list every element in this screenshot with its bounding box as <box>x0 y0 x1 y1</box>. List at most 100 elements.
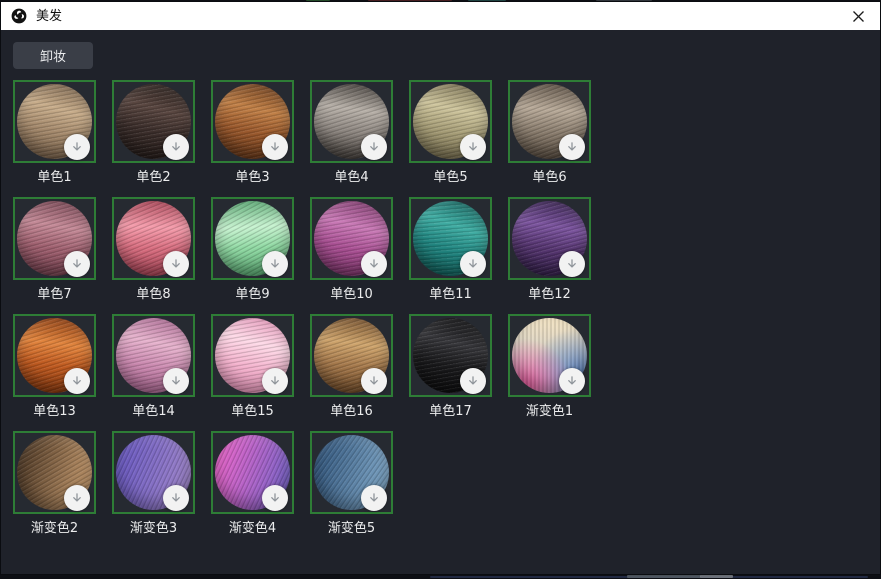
swatch-tile[interactable] <box>112 314 195 397</box>
swatch-label: 单色14 <box>112 403 195 420</box>
swatch-label: 单色17 <box>409 403 492 420</box>
swatch-label: 渐变色4 <box>211 520 294 537</box>
download-icon[interactable] <box>460 134 486 160</box>
swatch-tile[interactable] <box>13 431 96 514</box>
hair-swatch-9: 单色9 <box>211 197 294 303</box>
swatch-label: 单色4 <box>310 169 393 186</box>
download-arrow-icon <box>70 140 84 154</box>
swatch-tile[interactable] <box>310 314 393 397</box>
hair-swatch-7: 单色7 <box>13 197 96 303</box>
swatch-label: 渐变色3 <box>112 520 195 537</box>
close-icon <box>851 9 866 24</box>
swatch-label: 单色9 <box>211 286 294 303</box>
download-icon[interactable] <box>163 485 189 511</box>
hair-swatch-1: 单色1 <box>13 80 96 186</box>
swatch-label: 单色11 <box>409 286 492 303</box>
download-icon[interactable] <box>64 134 90 160</box>
background-app-bottom-edge <box>0 574 881 579</box>
download-arrow-icon <box>268 140 282 154</box>
swatch-tile[interactable] <box>13 314 96 397</box>
swatch-label: 单色16 <box>310 403 393 420</box>
download-icon[interactable] <box>262 134 288 160</box>
swatch-tile[interactable] <box>310 197 393 280</box>
hair-style-dialog: 美发 卸妆 单色1单色2单色3单色4单色5单色6单色7单色8单色9单色10单色1… <box>1 2 880 574</box>
swatch-tile[interactable] <box>211 431 294 514</box>
download-icon[interactable] <box>460 368 486 394</box>
download-arrow-icon <box>169 257 183 271</box>
hair-swatch-19: 渐变色2 <box>13 431 96 537</box>
dialog-titlebar: 美发 <box>1 2 880 30</box>
download-arrow-icon <box>169 491 183 505</box>
hair-swatch-21: 渐变色4 <box>211 431 294 537</box>
download-icon[interactable] <box>559 134 585 160</box>
swatch-tile[interactable] <box>508 80 591 163</box>
swatch-tile[interactable] <box>13 80 96 163</box>
hair-swatch-8: 单色8 <box>112 197 195 303</box>
download-icon[interactable] <box>361 251 387 277</box>
hair-swatch-10: 单色10 <box>310 197 393 303</box>
hair-swatch-18: 渐变色1 <box>508 314 591 420</box>
swatch-label: 单色7 <box>13 286 96 303</box>
swatch-tile[interactable] <box>508 314 591 397</box>
download-arrow-icon <box>367 491 381 505</box>
swatch-tile[interactable] <box>409 314 492 397</box>
download-arrow-icon <box>466 140 480 154</box>
download-icon[interactable] <box>163 251 189 277</box>
download-arrow-icon <box>70 374 84 388</box>
download-icon[interactable] <box>559 368 585 394</box>
download-icon[interactable] <box>262 485 288 511</box>
download-icon[interactable] <box>64 485 90 511</box>
download-arrow-icon <box>565 257 579 271</box>
swatch-label: 单色1 <box>13 169 96 186</box>
swatch-tile[interactable] <box>508 197 591 280</box>
swatch-label: 单色10 <box>310 286 393 303</box>
hair-swatch-13: 单色13 <box>13 314 96 420</box>
download-icon[interactable] <box>64 251 90 277</box>
download-icon[interactable] <box>559 251 585 277</box>
swatch-tile[interactable] <box>211 314 294 397</box>
dialog-content: 卸妆 单色1单色2单色3单色4单色5单色6单色7单色8单色9单色10单色11单色… <box>1 30 880 574</box>
download-arrow-icon <box>565 140 579 154</box>
download-icon[interactable] <box>64 368 90 394</box>
download-icon[interactable] <box>361 134 387 160</box>
swatch-tile[interactable] <box>409 80 492 163</box>
download-icon[interactable] <box>262 368 288 394</box>
close-button[interactable] <box>846 4 870 28</box>
swatch-label: 单色8 <box>112 286 195 303</box>
swatch-tile[interactable] <box>310 80 393 163</box>
download-icon[interactable] <box>460 251 486 277</box>
hair-swatch-5: 单色5 <box>409 80 492 186</box>
remove-makeup-button[interactable]: 卸妆 <box>13 42 93 69</box>
download-icon[interactable] <box>361 368 387 394</box>
swatch-grid: 单色1单色2单色3单色4单色5单色6单色7单色8单色9单色10单色11单色12单… <box>13 80 591 537</box>
download-icon[interactable] <box>163 134 189 160</box>
hair-swatch-14: 单色14 <box>112 314 195 420</box>
download-arrow-icon <box>466 374 480 388</box>
hair-swatch-4: 单色4 <box>310 80 393 186</box>
swatch-label: 渐变色1 <box>508 403 591 420</box>
swatch-tile[interactable] <box>112 431 195 514</box>
download-arrow-icon <box>466 257 480 271</box>
download-icon[interactable] <box>163 368 189 394</box>
download-arrow-icon <box>268 491 282 505</box>
swatch-tile[interactable] <box>211 197 294 280</box>
download-arrow-icon <box>367 140 381 154</box>
swatch-tile[interactable] <box>310 431 393 514</box>
swatch-label: 单色5 <box>409 169 492 186</box>
hair-swatch-11: 单色11 <box>409 197 492 303</box>
download-icon[interactable] <box>262 251 288 277</box>
download-arrow-icon <box>268 257 282 271</box>
swatch-tile[interactable] <box>211 80 294 163</box>
swatch-tile[interactable] <box>112 197 195 280</box>
hair-swatch-12: 单色12 <box>508 197 591 303</box>
swatch-tile[interactable] <box>112 80 195 163</box>
swatch-tile[interactable] <box>409 197 492 280</box>
hair-swatch-16: 单色16 <box>310 314 393 420</box>
hair-swatch-22: 渐变色5 <box>310 431 393 537</box>
download-arrow-icon <box>268 374 282 388</box>
swatch-tile[interactable] <box>13 197 96 280</box>
swatch-label: 单色2 <box>112 169 195 186</box>
download-icon[interactable] <box>361 485 387 511</box>
download-arrow-icon <box>70 491 84 505</box>
hair-swatch-17: 单色17 <box>409 314 492 420</box>
